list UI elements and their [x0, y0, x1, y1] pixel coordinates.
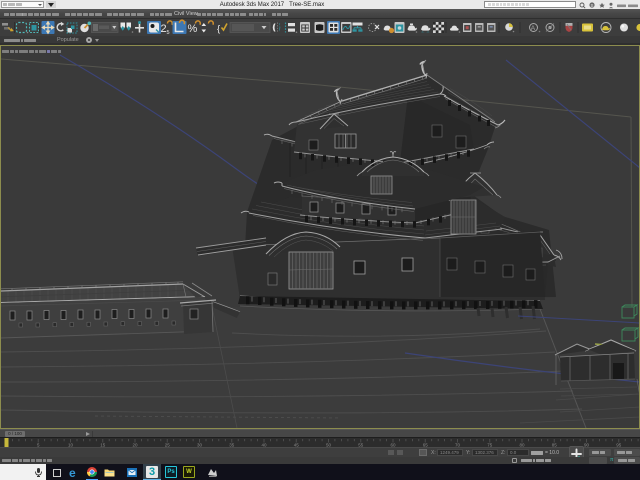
svg-text:{: { [217, 24, 220, 35]
svg-text:S: S [590, 3, 593, 8]
svg-text:%: % [188, 23, 198, 35]
svg-text:A: A [531, 25, 536, 32]
